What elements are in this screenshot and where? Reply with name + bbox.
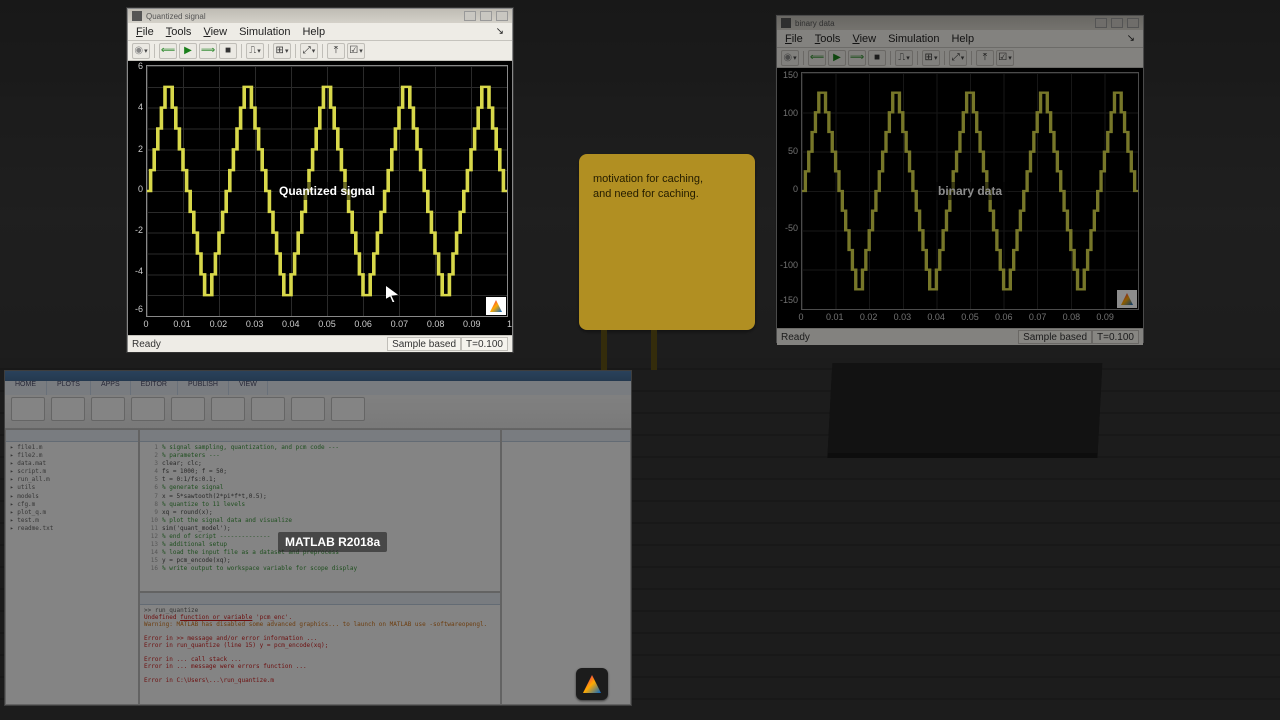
close-button[interactable] xyxy=(1127,18,1139,28)
editor-pane[interactable]: 1% signal sampling, quantization, and pc… xyxy=(139,429,501,592)
menu-file[interactable]: File xyxy=(779,33,809,45)
stop-button[interactable]: ■ xyxy=(868,50,886,66)
status-mode: Sample based xyxy=(1018,330,1092,344)
x-axis: 0 0.01 0.02 0.03 0.04 0.05 0.06 0.07 0.0… xyxy=(801,310,1139,328)
workspace-pane[interactable] xyxy=(501,429,631,705)
current-folder-pane[interactable]: ▸ file1.m▸ file2.m▸ data.mat▸ script.m ▸… xyxy=(5,429,139,705)
maximize-button[interactable] xyxy=(1111,18,1123,28)
toolbar[interactable]: ⟸ ▶ ⟹ ■ ⎍ ⊞ ⤢ ⤒ ☑ xyxy=(128,41,512,61)
step-forward-button[interactable]: ⟹ xyxy=(848,50,866,66)
close-button[interactable] xyxy=(496,11,508,21)
trigger-button[interactable]: ⎍ xyxy=(895,50,913,66)
zoom-button[interactable]: ⤢ xyxy=(300,43,318,59)
autoscale-button[interactable]: ⤒ xyxy=(327,43,345,59)
tab-home[interactable]: HOME xyxy=(5,381,47,395)
menu-view[interactable]: View xyxy=(846,33,882,45)
status-ready: Ready xyxy=(781,332,810,343)
toolbar[interactable]: ⟸ ▶ ⟹ ■ ⎍ ⊞ ⤢ ⤒ ☑ xyxy=(777,48,1143,68)
tab-editor[interactable]: EDITOR xyxy=(131,381,178,395)
status-ready: Ready xyxy=(132,339,161,350)
tab-apps[interactable]: APPS xyxy=(91,381,131,395)
command-window-pane[interactable]: >> run_quantize Undefined function or va… xyxy=(139,592,501,705)
statusbar: Ready Sample based T=0.100 xyxy=(777,328,1143,345)
status-time: T=0.100 xyxy=(1092,330,1139,344)
window-title: binary data xyxy=(795,19,835,28)
trigger-button[interactable]: ⎍ xyxy=(246,43,264,59)
status-mode: Sample based xyxy=(387,337,461,351)
menu-tools[interactable]: Tools xyxy=(809,33,847,45)
tab-publish[interactable]: PUBLISH xyxy=(178,381,229,395)
status-time: T=0.100 xyxy=(461,337,508,351)
cursor-measure-button[interactable]: ⊞ xyxy=(273,43,291,59)
configure-button[interactable] xyxy=(781,50,799,66)
menu-tools[interactable]: Tools xyxy=(160,26,198,38)
autoscale-button[interactable]: ⤒ xyxy=(976,50,994,66)
menu-view[interactable]: View xyxy=(197,26,233,38)
menu-simulation[interactable]: Simulation xyxy=(882,33,945,45)
y-axis: 6 4 2 0 -2 -4 -6 xyxy=(128,61,146,317)
menu-help[interactable]: Help xyxy=(945,33,980,45)
tab-view[interactable]: VIEW xyxy=(229,381,268,395)
minimize-button[interactable] xyxy=(1095,18,1107,28)
matlab-dock-icon[interactable] xyxy=(576,668,608,700)
stop-button[interactable]: ■ xyxy=(219,43,237,59)
y-axis: 150 100 50 0 -50 -100 -150 xyxy=(777,68,801,310)
configure-button[interactable] xyxy=(132,43,150,59)
scope-window-binary[interactable]: binary data File Tools View Simulation H… xyxy=(776,15,1144,343)
plot-area[interactable]: Quantized signal xyxy=(146,65,508,317)
menubar[interactable]: FFileile Tools View Simulation Help ↘ xyxy=(128,23,512,41)
minimize-button[interactable] xyxy=(464,11,476,21)
sticky-text-line: motivation for caching, xyxy=(593,172,741,187)
step-forward-button[interactable]: ⟹ xyxy=(199,43,217,59)
statusbar: Ready Sample based T=0.100 xyxy=(128,335,512,352)
plot-area[interactable]: binary data xyxy=(801,72,1139,310)
window-title: Quantized signal xyxy=(146,12,206,21)
sticky-note[interactable]: motivation for caching, and need for cac… xyxy=(579,154,755,330)
sticky-text-line: and need for caching. xyxy=(593,187,741,202)
tab-plots[interactable]: PLOTS xyxy=(47,381,91,395)
layout-button[interactable]: ☑ xyxy=(996,50,1014,66)
x-extra: 1 xyxy=(507,319,512,329)
cursor-measure-button[interactable]: ⊞ xyxy=(922,50,940,66)
simulink-badge-icon xyxy=(486,297,506,315)
menu-file[interactable]: FFileile xyxy=(130,26,160,38)
titlebar[interactable]: Quantized signal xyxy=(128,9,512,23)
run-button[interactable]: ▶ xyxy=(179,43,197,59)
titlebar[interactable]: binary data xyxy=(777,16,1143,30)
step-back-button[interactable]: ⟸ xyxy=(159,43,177,59)
window-icon xyxy=(781,18,791,28)
step-back-button[interactable]: ⟸ xyxy=(808,50,826,66)
menu-overflow-icon[interactable]: ↘ xyxy=(490,26,510,37)
matlab-window-label: MATLAB R2018a xyxy=(278,532,387,552)
menu-overflow-icon[interactable]: ↘ xyxy=(1121,33,1141,44)
toolstrip-tabs[interactable]: HOME PLOTS APPS EDITOR PUBLISH VIEW xyxy=(5,381,631,395)
menu-help[interactable]: Help xyxy=(296,26,331,38)
simulink-badge-icon xyxy=(1117,290,1137,308)
window-icon xyxy=(132,11,142,21)
maximize-button[interactable] xyxy=(480,11,492,21)
zoom-button[interactable]: ⤢ xyxy=(949,50,967,66)
menu-simulation[interactable]: Simulation xyxy=(233,26,296,38)
layout-button[interactable]: ☑ xyxy=(347,43,365,59)
run-button[interactable]: ▶ xyxy=(828,50,846,66)
x-axis: 0 0.01 0.02 0.03 0.04 0.05 0.06 0.07 0.0… xyxy=(146,317,508,335)
scope-window-quantized[interactable]: Quantized signal FFileile Tools View Sim… xyxy=(127,8,513,352)
menubar[interactable]: File Tools View Simulation Help ↘ xyxy=(777,30,1143,48)
